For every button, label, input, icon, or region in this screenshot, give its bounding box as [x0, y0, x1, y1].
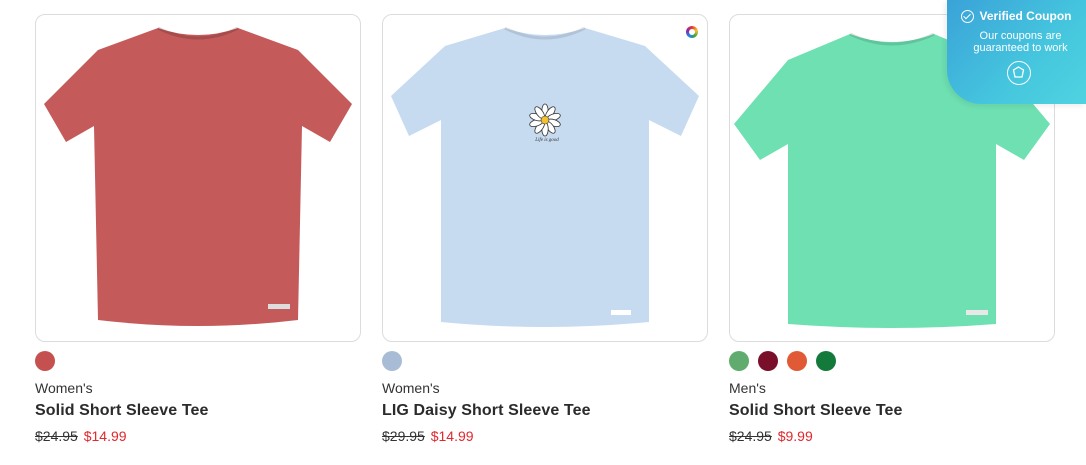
product-gender: Women's: [382, 380, 440, 396]
t-shirt-image: [44, 26, 352, 326]
verified-coupon-badge[interactable]: Verified Coupon Our coupons are guarante…: [947, 0, 1086, 104]
coupon-title: Verified Coupon: [979, 9, 1072, 23]
color-swatch[interactable]: [758, 351, 778, 371]
product-price: $29.95 $14.99: [382, 427, 708, 445]
product-price: $24.95 $9.99: [729, 427, 1055, 445]
product-image[interactable]: [35, 14, 361, 342]
product-card[interactable]: Women's Solid Short Sleeve Tee $24.95 $1…: [35, 14, 361, 445]
product-name[interactable]: LIG Daisy Short Sleeve Tee: [382, 401, 708, 421]
t-shirt-image: Life is good: [391, 26, 699, 327]
check-circle-icon: [961, 9, 975, 23]
coupon-line-1: Our coupons are: [979, 30, 1062, 42]
product-card[interactable]: Life is good Women's LIG Daisy Short Sle…: [382, 14, 708, 445]
sale-price: $14.99: [83, 428, 127, 444]
color-swatches: [35, 351, 361, 371]
color-swatch[interactable]: [816, 351, 836, 371]
shirt-body: [44, 28, 352, 326]
color-wheel-icon[interactable]: [686, 26, 698, 38]
product-gender: Women's: [35, 380, 93, 396]
original-price: $24.95: [35, 428, 78, 444]
sale-price: $9.99: [777, 428, 813, 444]
product-price: $24.95 $14.99: [35, 427, 361, 445]
coupon-subtitle: Our coupons are guaranteed to work: [947, 30, 1086, 54]
shield-icon[interactable]: [1007, 61, 1031, 85]
sale-price: $14.99: [430, 428, 474, 444]
color-swatch[interactable]: [729, 351, 749, 371]
color-swatch[interactable]: [35, 351, 55, 371]
product-gender: Men's: [729, 380, 766, 396]
color-swatch[interactable]: [382, 351, 402, 371]
shirt-body: [391, 28, 699, 327]
coupon-title-row: Verified Coupon: [947, 9, 1086, 23]
color-swatch[interactable]: [787, 351, 807, 371]
original-price: $29.95: [382, 428, 425, 444]
product-grid: Women's Solid Short Sleeve Tee $24.95 $1…: [35, 14, 1055, 445]
product-name[interactable]: Solid Short Sleeve Tee: [35, 401, 361, 421]
original-price: $24.95: [729, 428, 772, 444]
color-swatches: [382, 351, 708, 371]
coupon-line-2: guaranteed to work: [973, 42, 1068, 54]
product-name[interactable]: Solid Short Sleeve Tee: [729, 401, 1055, 421]
product-image[interactable]: Life is good: [382, 14, 708, 342]
graphic-text: Life is good: [534, 138, 559, 143]
color-swatches: [729, 351, 1055, 371]
